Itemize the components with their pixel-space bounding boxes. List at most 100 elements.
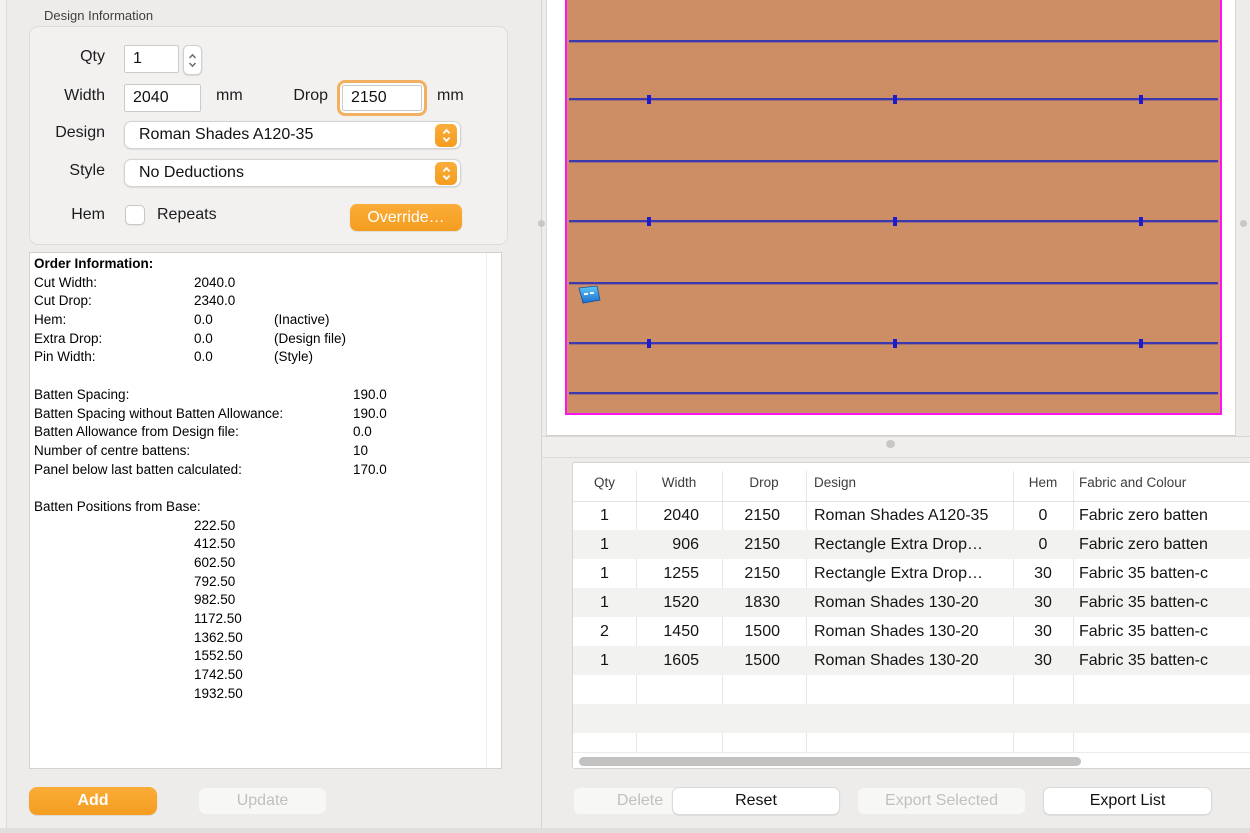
batten-tick <box>1139 95 1143 104</box>
stepper-down-icon <box>188 61 197 68</box>
drop-label: Drop <box>248 87 328 105</box>
column-header-drop[interactable]: Drop <box>722 463 806 501</box>
drop-unit: mm <box>437 87 464 105</box>
order-info-line: Batten Positions from Base: <box>30 498 501 517</box>
pane-divider[interactable] <box>541 0 542 833</box>
cell-hem: 0 <box>1013 530 1073 559</box>
design-select-chevrons-icon <box>435 124 457 147</box>
table-hscrollbar-thumb[interactable] <box>579 757 1081 766</box>
table-row[interactable]: 116051500Roman Shades 130-2030Fabric 35 … <box>573 646 1250 675</box>
cell-design: Roman Shades 130-20 <box>806 617 1013 646</box>
cell-hem: 30 <box>1013 617 1073 646</box>
batten-positions-title: Batten Positions from Base: <box>34 499 201 514</box>
width-input[interactable] <box>124 84 201 112</box>
cell-drop: 2150 <box>722 530 806 559</box>
order-info-label: Extra Drop: <box>34 331 102 346</box>
override-button[interactable]: Override… <box>350 204 462 231</box>
cell-width: 1450 <box>636 617 722 646</box>
cell-width: 906 <box>636 530 722 559</box>
order-info-label: Cut Drop: <box>34 293 92 308</box>
order-info-line: 1552.50 <box>30 647 501 666</box>
design-select-value: Roman Shades A120-35 <box>139 126 313 144</box>
order-info-line: Order Information: <box>30 255 501 274</box>
batten-tick <box>893 217 897 226</box>
order-info-label: Batten Spacing without Batten Allowance: <box>34 406 283 421</box>
order-info-value: 0.0 <box>194 349 213 364</box>
batten-tick <box>893 339 897 348</box>
cell-drop: 1500 <box>722 617 806 646</box>
cell-drop: 1500 <box>722 646 806 675</box>
export-list-button[interactable]: Export List <box>1043 787 1212 815</box>
batten-position-value: 1932.50 <box>194 686 243 701</box>
order-info-line: 1172.50 <box>30 610 501 629</box>
table-row-empty[interactable] <box>573 675 1250 704</box>
table-row[interactable]: 120402150Roman Shades A120-350Fabric zer… <box>573 501 1250 530</box>
export-selected-button[interactable]: Export Selected <box>857 787 1026 815</box>
order-info-value: 190.0 <box>353 387 387 402</box>
order-info-value: 10 <box>353 443 368 458</box>
batten-line <box>569 282 1218 284</box>
design-select[interactable]: Roman Shades A120-35 <box>124 121 461 149</box>
batten-tick <box>893 95 897 104</box>
right-scroll-dot[interactable] <box>1240 220 1247 227</box>
order-info-line: 1932.50 <box>30 685 501 704</box>
cell-fabric-and-colour: Fabric 35 batten-c <box>1073 617 1250 646</box>
hem-checkbox[interactable] <box>125 205 145 225</box>
window-left-edge <box>0 0 7 833</box>
qty-stepper[interactable] <box>183 45 202 75</box>
column-header-qty[interactable]: Qty <box>573 463 636 501</box>
left-scroll-dot[interactable] <box>538 220 545 227</box>
cell-fabric-and-colour: Fabric 35 batten-c <box>1073 559 1250 588</box>
cell-qty: 1 <box>573 501 636 530</box>
cell-drop: 2150 <box>722 559 806 588</box>
order-info-value: 0.0 <box>194 312 213 327</box>
design-information-title: Design Information <box>44 8 153 23</box>
batten-position-value: 1552.50 <box>194 648 243 663</box>
cell-design: Rectangle Extra Drop… <box>806 559 1013 588</box>
batten-position-value: 412.50 <box>194 536 235 551</box>
width-label: Width <box>40 87 105 105</box>
horizontal-splitter[interactable] <box>542 436 1250 458</box>
update-button[interactable]: Update <box>198 787 327 815</box>
order-info-line: Number of centre battens:10 <box>30 442 501 461</box>
shade-preview-canvas[interactable] <box>546 0 1236 436</box>
table-row[interactable]: 115201830Roman Shades 130-2030Fabric 35 … <box>573 588 1250 617</box>
order-info-line: Panel below last batten calculated:170.0 <box>30 461 501 480</box>
column-header-hem[interactable]: Hem <box>1013 463 1073 501</box>
order-info-label: Pin Width: <box>34 349 96 364</box>
order-info-line: Batten Spacing without Batten Allowance:… <box>30 405 501 424</box>
order-info-label: Cut Width: <box>34 275 97 290</box>
drop-input[interactable] <box>342 85 422 111</box>
shade-fabric-panel[interactable] <box>565 0 1222 415</box>
table-row-empty[interactable] <box>573 704 1250 733</box>
column-header-width[interactable]: Width <box>636 463 722 501</box>
batten-tick <box>1139 339 1143 348</box>
order-info-label: Batten Spacing: <box>34 387 129 402</box>
style-select-chevrons-icon <box>435 162 457 185</box>
column-header-fabric-and-colour[interactable]: Fabric and Colour <box>1073 463 1250 501</box>
reset-button[interactable]: Reset <box>672 787 840 815</box>
table-row[interactable]: 112552150Rectangle Extra Drop…30Fabric 3… <box>573 559 1250 588</box>
splitter-handle-dot[interactable] <box>886 440 895 448</box>
add-button[interactable]: Add <box>29 787 157 815</box>
column-header-design[interactable]: Design <box>806 463 1013 501</box>
order-info-line: 1742.50 <box>30 666 501 685</box>
table-row[interactable]: 19062150Rectangle Extra Drop…0Fabric zer… <box>573 530 1250 559</box>
order-info-line: 602.50 <box>30 554 501 573</box>
batten-position-value: 1742.50 <box>194 667 243 682</box>
stepper-up-icon <box>188 53 197 60</box>
style-select[interactable]: No Deductions <box>124 159 461 187</box>
design-label: Design <box>40 124 105 142</box>
order-info-line: Batten Spacing: 190.0 <box>30 386 501 405</box>
order-info-label: Batten Allowance from Design file: <box>34 424 239 439</box>
order-info-label: Hem: <box>34 312 66 327</box>
cell-fabric-and-colour: Fabric zero batten <box>1073 530 1250 559</box>
table-hscrollbar-track[interactable] <box>573 752 1250 769</box>
cell-drop: 1830 <box>722 588 806 617</box>
cell-hem: 30 <box>1013 559 1073 588</box>
qty-input[interactable] <box>124 45 179 73</box>
fabric-tag-icon <box>578 285 602 305</box>
table-row[interactable]: 214501500Roman Shades 130-2030Fabric 35 … <box>573 617 1250 646</box>
style-label: Style <box>40 162 105 180</box>
order-info-line: Pin Width:0.0(Style) <box>30 348 501 367</box>
